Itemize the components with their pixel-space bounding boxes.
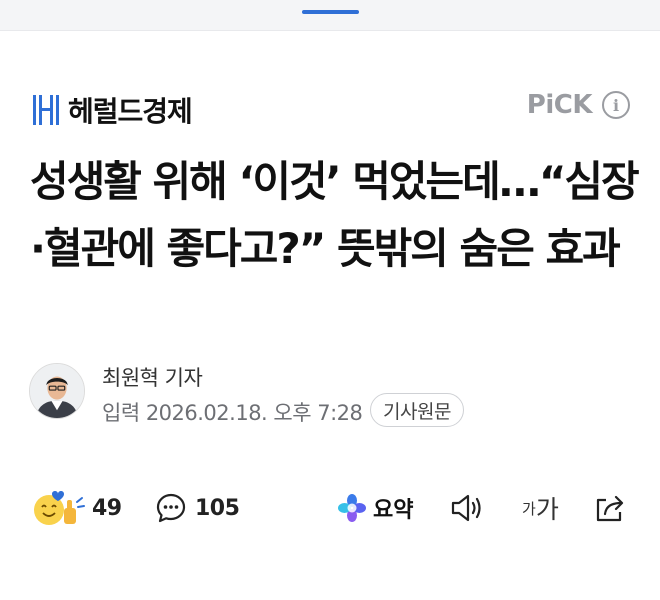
person-icon <box>30 364 84 418</box>
article-headline: 성생활 위해 ‘이것’ 먹었는데…“심장·혈관에 좋다고?” 뜻밖의 숨은 효과 <box>30 157 640 273</box>
comment-icon <box>156 493 186 523</box>
pick-label: PiCK <box>526 90 593 120</box>
summary-button[interactable]: 요약 <box>337 480 413 536</box>
listen-button[interactable] <box>449 480 485 536</box>
reporter-name[interactable]: 최원혁 기자 <box>102 362 203 392</box>
font-size-small-label: 가 <box>522 499 536 518</box>
active-tab-indicator <box>302 10 359 14</box>
reporter-avatar[interactable] <box>29 363 85 419</box>
font-size-large-label: 가 <box>535 495 559 524</box>
press-logo[interactable]: 헤럴드경제 <box>32 90 193 130</box>
comment-count: 105 <box>195 495 240 521</box>
published-datetime: 입력 2026.02.18. 오후 7:28 <box>102 401 363 425</box>
font-size-button[interactable]: 가 가 <box>522 480 559 536</box>
herald-h-logo-icon <box>32 94 60 126</box>
summary-label: 요약 <box>373 498 414 523</box>
speaker-icon <box>451 494 481 522</box>
article-action-bar: 49 105 요약 가 가 <box>0 480 660 536</box>
pick-badge[interactable]: PiCK i <box>527 90 630 120</box>
press-name: 헤럴드경제 <box>68 95 193 128</box>
comment-button[interactable]: 105 <box>155 480 240 536</box>
share-button[interactable] <box>592 480 628 536</box>
reaction-button[interactable]: 49 <box>32 480 122 536</box>
ai-summary-icon <box>338 494 366 522</box>
reaction-count: 49 <box>92 495 122 521</box>
top-tab-strip <box>0 0 660 31</box>
share-icon <box>596 495 624 522</box>
original-article-button[interactable]: 기사원문 <box>370 393 464 427</box>
reaction-emoji-icon <box>34 491 85 525</box>
info-icon[interactable]: i <box>602 91 630 119</box>
